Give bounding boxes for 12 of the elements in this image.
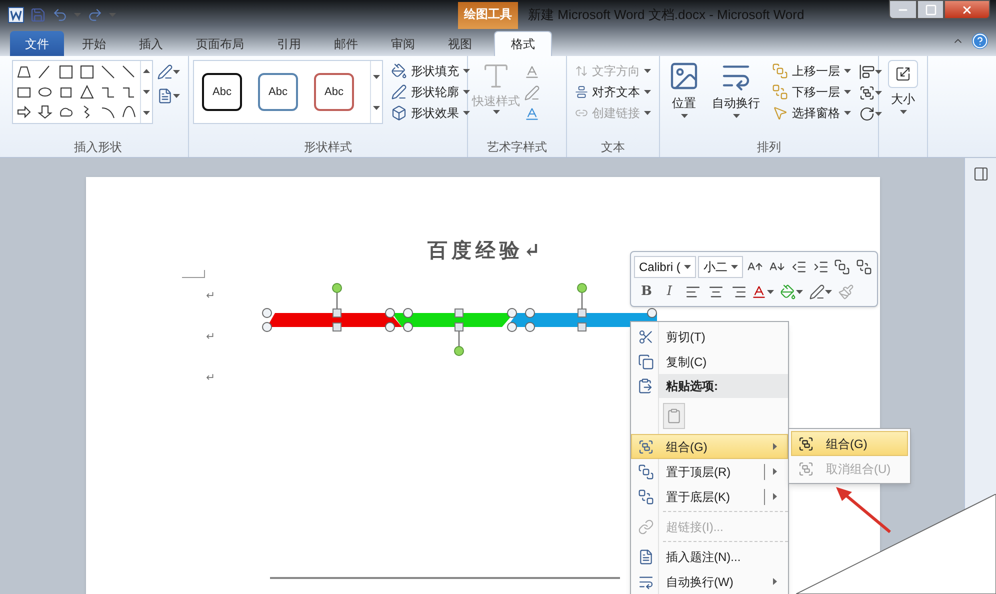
paragraph-mark: ↵: [206, 371, 215, 386]
group-label: 形状样式: [304, 139, 352, 156]
paragraph-mark: ↵: [206, 289, 215, 304]
group-label: 艺术字样式: [487, 139, 547, 156]
window-title: 新建 Microsoft Word 文档.docx - Microsoft Word: [528, 6, 804, 24]
menu-header: 粘贴选项:: [659, 374, 788, 398]
paragraph-mark: ↵: [206, 330, 215, 345]
group-label: 插入形状: [74, 139, 122, 156]
group-label: 文本: [601, 139, 625, 156]
group-label: 排列: [757, 139, 781, 156]
document-heading: 百度经验↵: [428, 237, 544, 264]
contextual-tab-group: 绘图工具: [458, 2, 518, 29]
